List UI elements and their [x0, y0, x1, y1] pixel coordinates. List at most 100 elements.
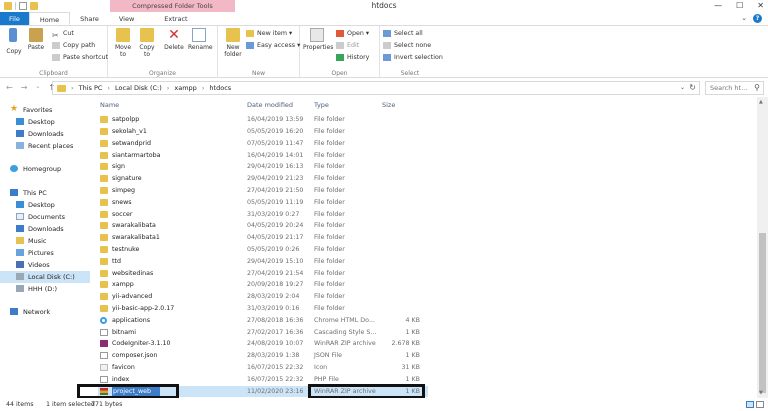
nav-videos[interactable]: Videos: [16, 259, 50, 271]
recent-locations-icon[interactable]: ⌄: [35, 83, 40, 92]
nav-music[interactable]: Music: [16, 235, 47, 247]
table-row[interactable]: testnuke 05/05/2019 0:26 File folder: [98, 244, 428, 256]
open-button[interactable]: Open ▾: [336, 28, 369, 39]
nav-recent-places[interactable]: Recent places: [16, 140, 73, 152]
column-header-date[interactable]: Date modified: [247, 101, 293, 109]
nav-local-disk[interactable]: Local Disk (C:): [0, 271, 90, 283]
search-input[interactable]: Search ht... ⚲: [705, 81, 764, 95]
table-row[interactable]: composer.json 28/03/2019 1:38 JSON File 1 K…: [98, 350, 428, 362]
chevron-down-icon[interactable]: ⌄: [680, 84, 685, 91]
select-all-button[interactable]: Select all: [383, 28, 423, 39]
crumb-xampp[interactable]: xampp: [174, 84, 196, 92]
table-row[interactable]: setwandprid 07/05/2019 11:47 File folder: [98, 138, 428, 150]
nav-downloads-pc[interactable]: Downloads: [16, 223, 64, 235]
details-view-icon[interactable]: [746, 401, 754, 408]
nav-network[interactable]: Network: [8, 306, 50, 318]
table-row[interactable]: xampp 20/09/2018 19:27 File folder: [98, 279, 428, 291]
move-to-button[interactable]: Move to: [112, 28, 134, 58]
paste-shortcut-button[interactable]: Paste shortcut: [52, 52, 108, 63]
large-icons-view-icon[interactable]: [756, 401, 764, 408]
nav-downloads[interactable]: Downloads: [16, 128, 64, 140]
selection-count: 1 item selected: [46, 401, 95, 408]
table-row[interactable]: ttd 29/04/2019 15:10 File folder: [98, 256, 428, 268]
cut-button[interactable]: ✂ Cut: [52, 28, 74, 40]
refresh-icon[interactable]: ↻: [689, 83, 696, 92]
forward-arrow-icon[interactable]: →: [21, 83, 28, 92]
table-row[interactable]: snews 05/05/2019 11:19 File folder: [98, 197, 428, 209]
table-row[interactable]: swarakalibata 04/05/2019 20:24 File folder: [98, 220, 428, 232]
properties-button[interactable]: Properties: [303, 28, 333, 51]
table-row[interactable]: CodeIgniter-3.1.10 24/08/2019 10:07 WinRAR…: [98, 338, 428, 350]
nav-this-pc[interactable]: This PC: [8, 187, 47, 199]
column-header-name[interactable]: Name: [100, 101, 119, 109]
table-row[interactable]: bitnami 27/02/2017 16:36 Cascading Style S…: [98, 327, 428, 339]
file-date: 28/03/2019 2:04: [247, 293, 300, 301]
tab-share[interactable]: Share: [70, 12, 109, 25]
column-header-type[interactable]: Type: [314, 101, 329, 109]
vertical-scrollbar[interactable]: ▲ ▼: [757, 97, 768, 398]
table-row[interactable]: applications 27/08/2018 16:36 Chrome HTML …: [98, 315, 428, 327]
scroll-down-icon[interactable]: ▼: [759, 390, 763, 396]
table-row[interactable]: simpeg 27/04/2019 21:50 File folder: [98, 185, 428, 197]
easy-access-button[interactable]: Easy access ▾: [246, 40, 300, 51]
rename-button[interactable]: Rename: [188, 28, 213, 51]
history-button[interactable]: History: [336, 52, 369, 63]
table-row[interactable]: satpolpp 16/04/2019 13:59 File folder: [98, 114, 428, 126]
help-icon[interactable]: ?: [753, 14, 762, 23]
table-row[interactable]: websitedinas 27/04/2019 21:54 File folder: [98, 268, 428, 280]
new-item-button[interactable]: New item ▾: [246, 28, 292, 39]
nav-desktop-pc[interactable]: Desktop: [16, 199, 55, 211]
nav-homegroup[interactable]: Homegroup: [8, 163, 61, 175]
tab-view[interactable]: View: [109, 12, 144, 25]
properties-icon[interactable]: [19, 2, 27, 10]
tab-home[interactable]: Home: [28, 12, 71, 25]
nav-hhh-drive[interactable]: HHH (D:): [16, 283, 57, 295]
table-row[interactable]: siantarmartoba 16/04/2019 14:01 File folde…: [98, 150, 428, 162]
pin-button[interactable]: [2, 28, 24, 44]
close-button[interactable]: ✕: [757, 0, 764, 12]
tab-extract[interactable]: Extract: [154, 12, 197, 25]
crumb-local-disk[interactable]: Local Disk (C:): [115, 84, 162, 92]
tab-file[interactable]: File: [0, 12, 29, 25]
maximize-button[interactable]: ☐: [736, 0, 743, 12]
table-row[interactable]: sign 29/04/2019 16:13 File folder: [98, 161, 428, 173]
copy-button[interactable]: Copy: [3, 48, 25, 55]
file-date: 29/04/2019 21:23: [247, 175, 304, 183]
crumb-htdocs[interactable]: htdocs: [209, 84, 231, 92]
table-row[interactable]: swarakalibata1 04/05/2019 21:17 File folde…: [98, 232, 428, 244]
table-row[interactable]: favicon 16/07/2015 22:32 Icon 31 KB: [98, 362, 428, 374]
edit-button[interactable]: Edit: [336, 40, 359, 51]
nav-pictures[interactable]: Pictures: [16, 247, 54, 259]
crumb-this-pc[interactable]: This PC: [79, 84, 103, 92]
scrollbar-thumb[interactable]: [759, 233, 766, 393]
file-date: 27/04/2019 21:54: [247, 269, 304, 277]
file-date: 16/04/2019 13:59: [247, 116, 304, 124]
file-name: testnuke: [112, 246, 140, 253]
breadcrumb[interactable]: › This PC › Local Disk (C:) › xampp › ht…: [52, 81, 700, 95]
column-header-size[interactable]: Size: [382, 101, 395, 109]
minimize-button[interactable]: —: [714, 0, 722, 12]
file-date: 16/07/2015 22:32: [247, 364, 304, 371]
move-to-icon: [116, 28, 130, 42]
nav-documents[interactable]: Documents: [16, 211, 65, 223]
table-row[interactable]: signature 29/04/2019 21:23 File folder: [98, 173, 428, 185]
file-size: 1 KB: [405, 328, 420, 336]
select-none-button[interactable]: Select none: [383, 40, 431, 51]
table-row[interactable]: sekolah_v1 05/05/2019 16:20 File folder: [98, 126, 428, 138]
delete-button[interactable]: ✕ Delete: [163, 28, 185, 51]
table-row[interactable]: yii-advanced 28/03/2019 2:04 File folder: [98, 291, 428, 303]
expand-ribbon-icon[interactable]: ⌄: [741, 14, 747, 23]
paste-button[interactable]: Paste: [25, 28, 47, 51]
invert-selection-button[interactable]: Invert selection: [383, 52, 443, 63]
scroll-up-icon[interactable]: ▲: [759, 99, 763, 105]
file-type: File folder: [314, 116, 345, 124]
copy-path-button[interactable]: Copy path: [52, 40, 95, 51]
nav-favorites[interactable]: ★ Favorites: [8, 104, 52, 116]
new-folder-button[interactable]: New folder: [222, 28, 244, 58]
nav-desktop[interactable]: Desktop: [16, 116, 55, 128]
back-arrow-icon[interactable]: ←: [6, 83, 13, 92]
new-folder-icon[interactable]: [30, 2, 38, 10]
table-row[interactable]: yii-basic-app-2.0.17 31/03/2019 0:16 File …: [98, 303, 428, 315]
copy-to-button[interactable]: Copy to: [136, 28, 158, 58]
table-row[interactable]: soccer 31/03/2019 0:27 File folder: [98, 209, 428, 221]
